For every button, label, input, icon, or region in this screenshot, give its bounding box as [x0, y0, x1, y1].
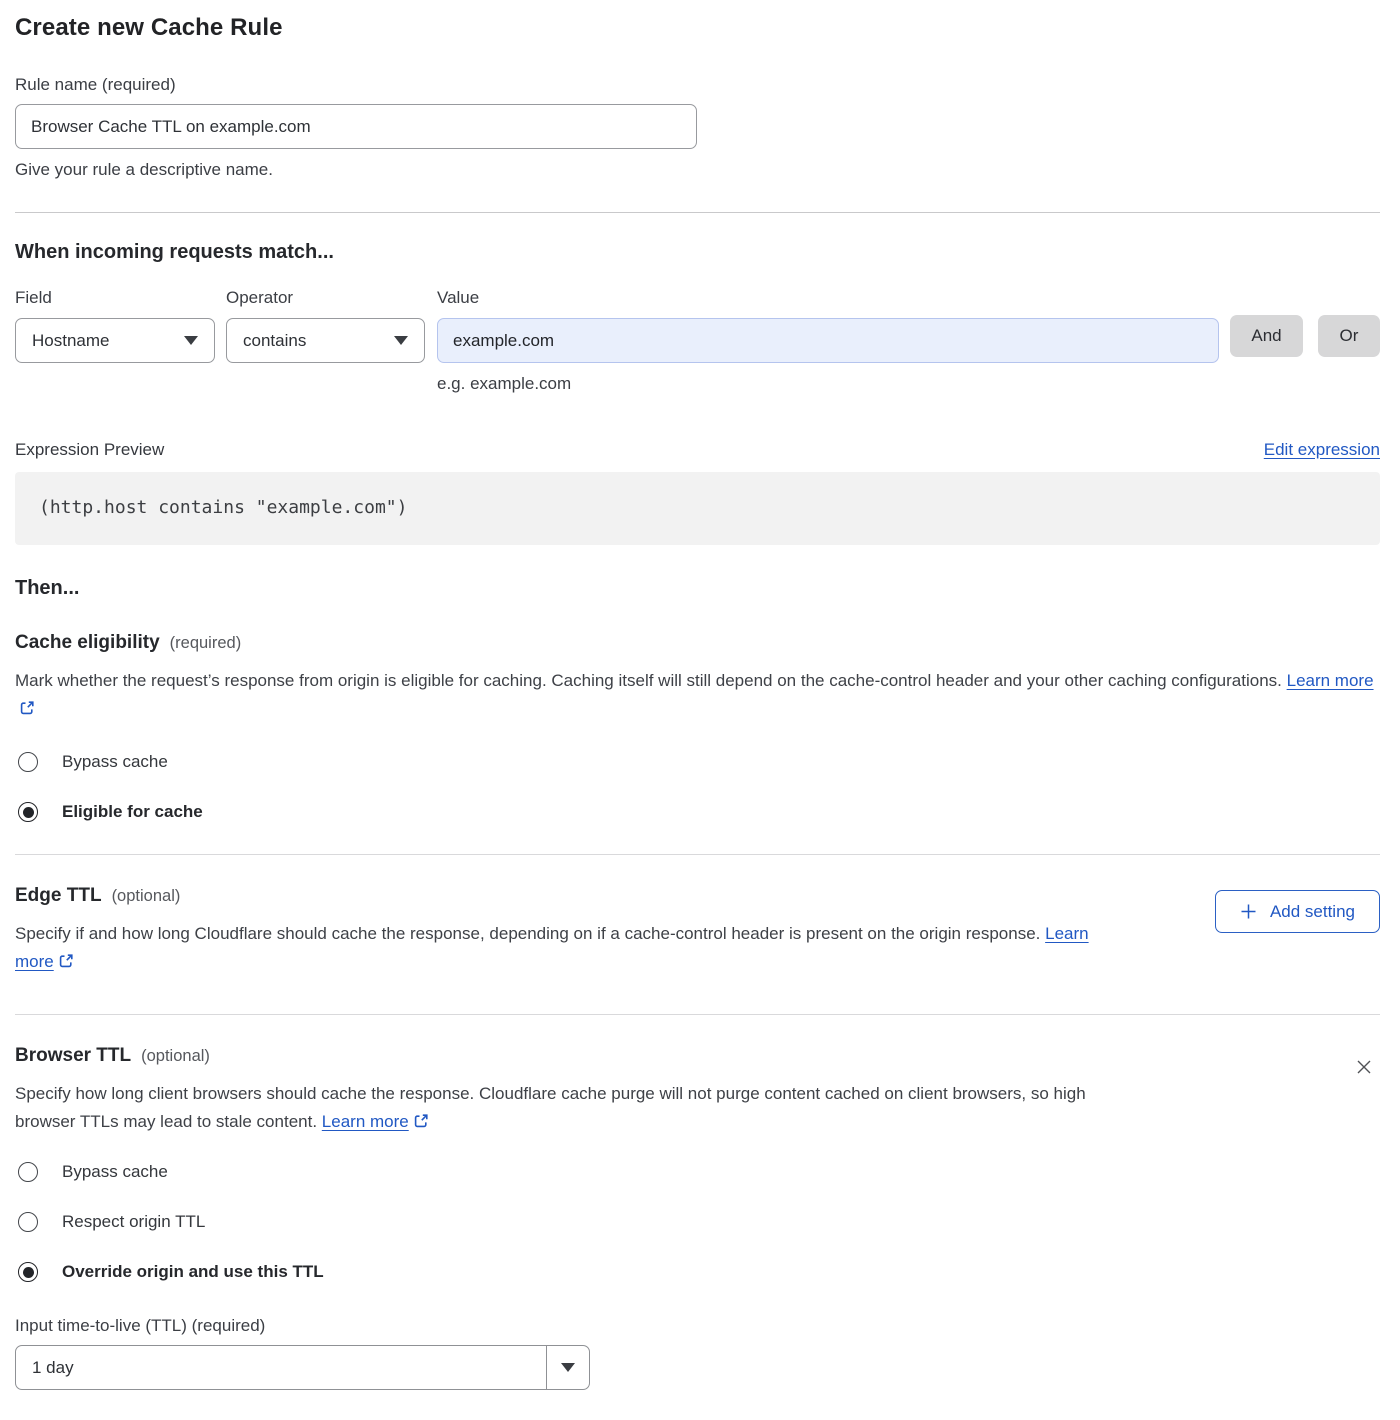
description-text: Specify if and how long Cloudflare shoul…: [15, 924, 1040, 943]
ttl-select-value: 1 day: [16, 1346, 546, 1389]
ttl-label: Input time-to-live (TTL) (required): [15, 1316, 1380, 1336]
radio-respect-origin-ttl[interactable]: Respect origin TTL: [15, 1212, 1380, 1232]
edit-expression-link[interactable]: Edit expression: [1264, 440, 1380, 460]
radio-circle-icon: [18, 1212, 38, 1232]
browser-ttl-section-head: Browser TTL (optional) Specify how long …: [15, 1045, 1380, 1138]
field-select[interactable]: Hostname: [15, 318, 215, 363]
optional-note: (optional): [141, 1047, 210, 1066]
ttl-select[interactable]: 1 day: [15, 1345, 590, 1390]
cache-eligibility-description: Mark whether the request’s response from…: [15, 667, 1380, 725]
match-row: Field Hostname Operator contains Value e…: [15, 288, 1380, 394]
section-divider: [15, 212, 1380, 213]
operator-column: Operator contains: [226, 288, 425, 363]
radio-eligible-for-cache[interactable]: Eligible for cache: [15, 802, 1380, 822]
cache-eligibility-radio-group: Bypass cache Eligible for cache: [15, 752, 1380, 822]
chevron-down-icon: [546, 1346, 589, 1389]
value-input[interactable]: [437, 318, 1219, 363]
cache-eligibility-title-row: Cache eligibility (required): [15, 632, 1380, 654]
edge-ttl-title: Edge TTL: [15, 885, 102, 907]
add-setting-button[interactable]: Add setting: [1215, 890, 1380, 933]
plus-icon: [1240, 903, 1257, 920]
or-button[interactable]: Or: [1318, 315, 1380, 357]
operator-label: Operator: [226, 288, 425, 308]
cache-eligibility-section: Cache eligibility (required) Mark whethe…: [15, 632, 1380, 822]
add-setting-label: Add setting: [1270, 902, 1355, 922]
edge-ttl-description: Specify if and how long Cloudflare shoul…: [15, 920, 1105, 978]
radio-circle-icon: [18, 1162, 38, 1182]
browser-ttl-description: Specify how long client browsers should …: [15, 1080, 1105, 1138]
radio-label: Respect origin TTL: [62, 1212, 205, 1232]
browser-ttl-content: Browser TTL (optional) Specify how long …: [15, 1045, 1348, 1138]
learn-more-link[interactable]: Learn more: [1287, 671, 1374, 690]
radio-label: Bypass cache: [62, 752, 168, 772]
radio-bypass-cache[interactable]: Bypass cache: [15, 1162, 1380, 1182]
field-label: Field: [15, 288, 215, 308]
expression-header: Expression Preview Edit expression: [15, 440, 1380, 460]
section-divider: [15, 854, 1380, 855]
value-label: Value: [437, 288, 1219, 308]
description-text: Specify how long client browsers should …: [15, 1084, 1086, 1131]
browser-ttl-title-row: Browser TTL (optional): [15, 1045, 1348, 1067]
learn-more-link[interactable]: Learn more: [322, 1112, 409, 1131]
rule-name-section: Rule name (required) Give your rule a de…: [15, 75, 1380, 180]
rule-name-label: Rule name (required): [15, 75, 1380, 95]
rule-name-helper: Give your rule a descriptive name.: [15, 160, 1380, 180]
value-column: Value e.g. example.com: [437, 288, 1219, 394]
match-heading: When incoming requests match...: [15, 241, 1380, 264]
chevron-down-icon: [184, 336, 198, 345]
browser-ttl-title: Browser TTL: [15, 1045, 131, 1067]
edge-ttl-content: Edge TTL (optional) Specify if and how l…: [15, 885, 1215, 978]
radio-label: Override origin and use this TTL: [62, 1262, 324, 1282]
radio-circle-icon: [18, 1262, 38, 1282]
rule-name-input[interactable]: [15, 104, 697, 149]
radio-label: Bypass cache: [62, 1162, 168, 1182]
chevron-down-icon: [394, 336, 408, 345]
radio-override-origin-ttl[interactable]: Override origin and use this TTL: [15, 1262, 1380, 1282]
expression-code: (http.host contains "example.com"): [15, 472, 1380, 545]
value-helper: e.g. example.com: [437, 374, 1219, 394]
browser-ttl-radio-group: Bypass cache Respect origin TTL Override…: [15, 1162, 1380, 1282]
description-text: Mark whether the request’s response from…: [15, 671, 1282, 690]
radio-circle-icon: [18, 752, 38, 772]
expression-preview-label: Expression Preview: [15, 440, 164, 460]
field-column: Field Hostname: [15, 288, 215, 363]
radio-bypass-cache[interactable]: Bypass cache: [15, 752, 1380, 772]
optional-note: (optional): [112, 887, 181, 906]
operator-select[interactable]: contains: [226, 318, 425, 363]
radio-label: Eligible for cache: [62, 802, 203, 822]
and-button[interactable]: And: [1230, 315, 1303, 357]
edge-ttl-title-row: Edge TTL (optional): [15, 885, 1215, 907]
then-heading: Then...: [15, 577, 1380, 600]
field-select-value: Hostname: [32, 331, 109, 351]
external-link-icon: [413, 1110, 429, 1138]
required-note: (required): [170, 634, 242, 653]
operator-select-value: contains: [243, 331, 306, 351]
radio-circle-icon: [18, 802, 38, 822]
cache-eligibility-title: Cache eligibility: [15, 632, 160, 654]
page-title: Create new Cache Rule: [15, 14, 1380, 42]
edge-ttl-section: Edge TTL (optional) Specify if and how l…: [15, 885, 1380, 978]
external-link-icon: [58, 950, 74, 978]
ttl-input-section: Input time-to-live (TTL) (required) 1 da…: [15, 1316, 1380, 1390]
section-divider: [15, 1014, 1380, 1015]
external-link-icon: [19, 697, 35, 725]
close-icon[interactable]: [1348, 1045, 1380, 1088]
